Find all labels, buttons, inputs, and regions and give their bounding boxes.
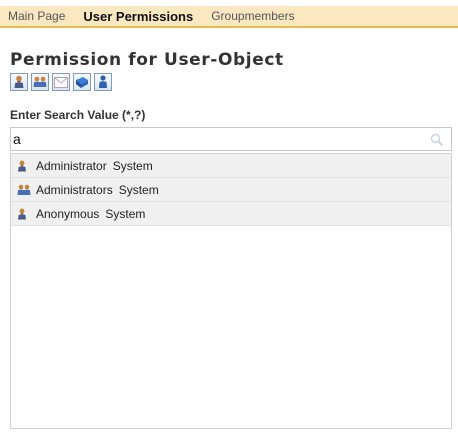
person-filter-button[interactable] [94, 73, 112, 91]
search-icon[interactable] [429, 132, 445, 148]
user-filter-button[interactable] [10, 73, 28, 91]
list-item[interactable]: Administrators System [11, 178, 451, 202]
mail-icon [54, 76, 68, 88]
list-item[interactable]: Administrator System [11, 154, 451, 178]
book-icon [76, 76, 88, 88]
result-name: Anonymous [36, 206, 100, 221]
book-filter-button[interactable] [73, 73, 91, 91]
group-filter-button[interactable] [31, 73, 49, 91]
user-icon [17, 158, 33, 174]
person-icon [99, 75, 107, 88]
mail-filter-button[interactable] [52, 73, 70, 91]
result-type: System [112, 158, 153, 173]
result-name: Administrator [36, 158, 107, 173]
user-icon [14, 75, 24, 88]
result-type: System [118, 182, 159, 197]
result-name: Administrators [36, 182, 113, 197]
search-box [10, 127, 452, 151]
group-icon [33, 76, 47, 87]
tab-user-permissions[interactable]: User Permissions [75, 9, 203, 24]
list-item[interactable]: Anonymous System [11, 202, 451, 226]
tab-bar: Main Page User Permissions Groupmembers [0, 6, 458, 28]
tab-main-page[interactable]: Main Page [0, 9, 75, 23]
user-icon [17, 206, 33, 222]
page-title: Permission for User-Object [10, 50, 284, 70]
group-icon [17, 182, 33, 198]
search-label: Enter Search Value (*,?) [10, 108, 146, 122]
tab-groupmembers[interactable]: Groupmembers [203, 9, 304, 23]
object-type-toolbar [10, 73, 112, 91]
result-type: System [105, 206, 146, 221]
search-input[interactable] [13, 129, 423, 149]
search-results-list: Administrator System Administrators Syst… [10, 153, 452, 429]
